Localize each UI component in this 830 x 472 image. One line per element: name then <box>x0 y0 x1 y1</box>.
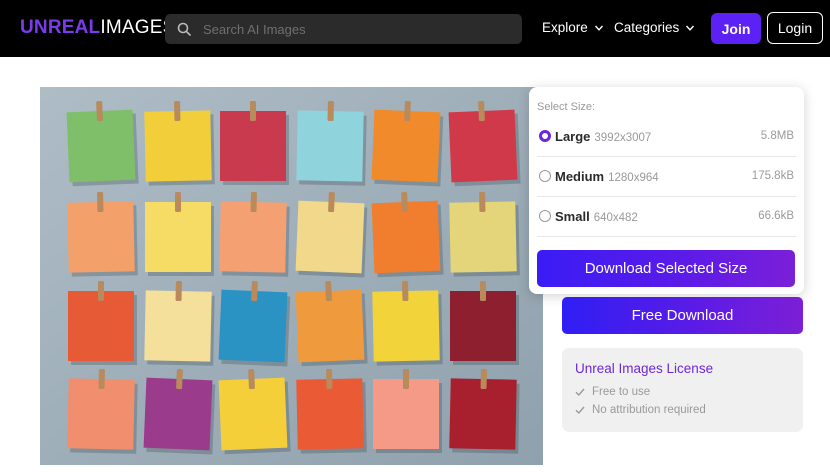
sticky-note <box>295 191 368 278</box>
sticky-note <box>218 280 291 367</box>
sticky-note <box>218 368 291 455</box>
license-item: Free to use <box>575 386 650 398</box>
main-image <box>40 87 543 465</box>
download-selected-size-button[interactable]: Download Selected Size <box>537 250 795 287</box>
login-button[interactable]: Login <box>767 12 823 44</box>
license-box: Unreal Images License Free to use No att… <box>562 348 803 432</box>
check-icon <box>575 406 585 415</box>
sticky-note <box>448 100 521 187</box>
sticky-note <box>449 191 520 277</box>
chevron-down-icon <box>594 25 603 31</box>
logo-text-unreal: UNREAL <box>20 17 101 38</box>
sticky-note <box>296 368 367 454</box>
sticky-note <box>219 191 290 277</box>
search-input[interactable] <box>203 14 513 44</box>
sticky-note <box>143 368 216 455</box>
sticky-note <box>68 281 137 365</box>
size-name: Small <box>555 209 590 224</box>
sticky-note <box>144 100 215 186</box>
license-title[interactable]: Unreal Images License <box>575 361 713 376</box>
check-icon <box>575 388 585 397</box>
free-download-button[interactable]: Free Download <box>562 297 803 334</box>
search-bar[interactable] <box>165 14 522 44</box>
sticky-note <box>220 101 289 185</box>
size-option-small[interactable]: Small 640x482 66.6kB <box>537 197 796 237</box>
size-option-medium[interactable]: Medium 1280x964 175.8kB <box>537 157 796 197</box>
join-button[interactable]: Join <box>711 13 761 44</box>
sticky-note <box>145 192 214 276</box>
size-option-large[interactable]: Large 3992x3007 5.8MB <box>537 117 796 157</box>
sticky-note <box>67 368 138 454</box>
size-dimensions: 640x482 <box>593 212 638 224</box>
radio-medium[interactable] <box>539 170 551 182</box>
chevron-down-icon <box>686 25 695 31</box>
license-item: No attribution required <box>575 404 706 416</box>
size-filesize: 66.6kB <box>758 210 794 222</box>
size-dimensions: 3992x3007 <box>594 132 652 144</box>
nav-explore[interactable]: Explore <box>542 20 604 36</box>
sticky-note <box>67 191 138 277</box>
sticky-note <box>371 191 444 278</box>
size-filesize: 175.8kB <box>751 170 794 182</box>
size-name: Medium <box>555 169 605 184</box>
sticky-note <box>372 280 443 366</box>
sticky-note <box>373 369 442 453</box>
size-dimensions: 1280x964 <box>608 172 659 184</box>
top-header: UNREALIMAGES Explore Categories Join Log… <box>0 0 830 57</box>
nav-explore-label: Explore <box>542 20 588 35</box>
sticky-note <box>450 281 519 365</box>
sticky-notes-photo <box>40 87 543 465</box>
sticky-note <box>295 280 368 367</box>
search-icon <box>177 22 191 36</box>
nav-categories-label: Categories <box>614 20 680 35</box>
nav-categories[interactable]: Categories <box>614 20 695 36</box>
license-item-text: Free to use <box>592 386 651 398</box>
size-filesize: 5.8MB <box>760 130 794 142</box>
radio-small[interactable] <box>539 210 551 222</box>
sticky-note <box>144 280 215 366</box>
site-logo[interactable]: UNREALIMAGES <box>20 17 175 39</box>
size-panel-title: Select Size: <box>537 101 596 113</box>
size-name: Large <box>555 129 591 144</box>
sticky-note <box>449 368 520 454</box>
license-item-text: No attribution required <box>592 404 706 416</box>
radio-large[interactable] <box>539 130 551 142</box>
sticky-note <box>66 100 139 187</box>
sticky-note <box>371 100 444 187</box>
sticky-note <box>296 100 367 186</box>
